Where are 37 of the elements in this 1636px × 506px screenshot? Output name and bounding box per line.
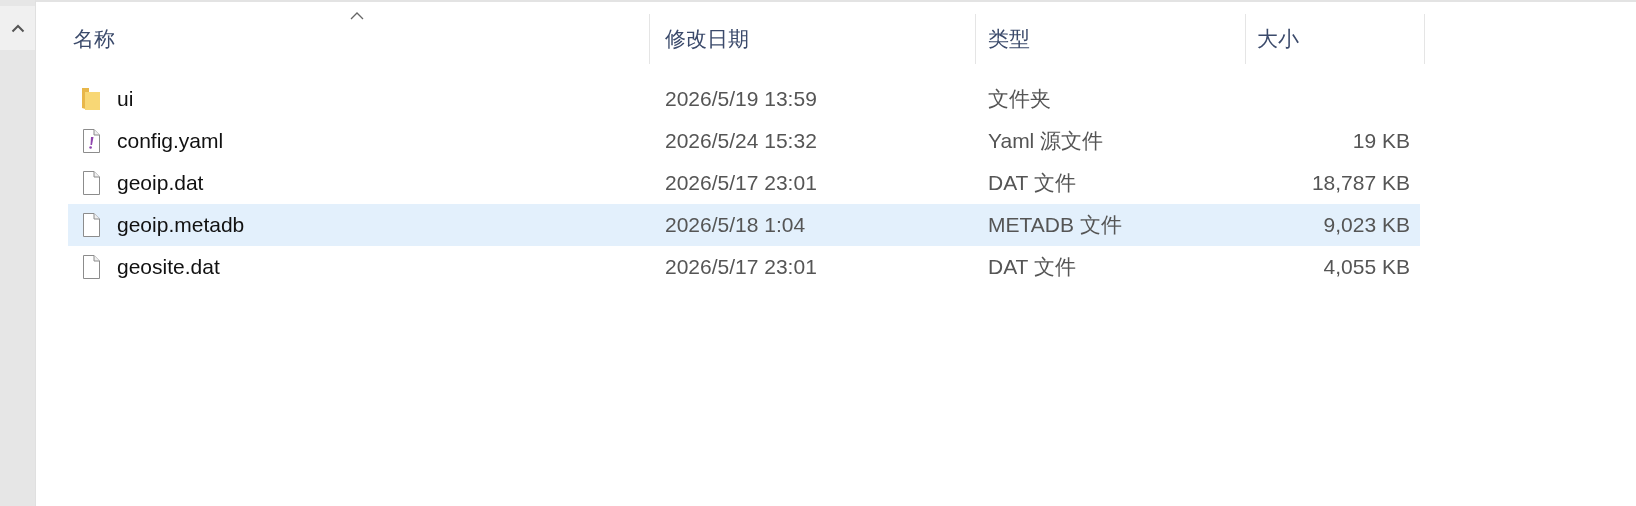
column-header[interactable]: 大小 [1246,14,1425,64]
file-icon [81,171,101,195]
modified-date: 2026/5/17 23:01 [665,255,817,279]
file-type: METADB 文件 [988,213,1122,237]
file-name: config.yaml [117,128,224,155]
scrollbar[interactable] [0,0,35,506]
scroll-up-button[interactable] [0,6,35,50]
file-type: DAT 文件 [988,171,1076,195]
modified-date: 2026/5/17 23:01 [665,171,817,195]
file-size: 9,023 KB [1323,212,1410,239]
column-header[interactable]: 修改日期 [650,14,976,64]
file-size: 18,787 KB [1311,170,1410,197]
modified-date: 2026/5/19 13:59 [665,87,817,111]
script-file-icon [81,129,101,153]
file-row[interactable]: geoip.metadb 2026/5/18 1:04 METADB 文件 9,023 KB [68,204,1420,246]
column-header[interactable]: 名称 [36,14,650,64]
modified-date: 2026/5/18 1:04 [665,213,806,237]
file-size: 19 KB [1352,128,1410,155]
file-type: Yaml 源文件 [988,129,1104,153]
file-row[interactable]: geosite.dat 2026/5/17 23:01 DAT 文件 4,055 KB [68,246,1420,288]
sort-ascending-icon [350,12,364,20]
column-header[interactable]: 类型 [976,14,1246,64]
modified-date: 2026/5/24 15:32 [665,129,817,153]
file-row[interactable]: ui 2026/5/19 13:59 文件夹 [68,78,1420,120]
file-icon [81,255,101,279]
file-name: geoip.dat [117,170,204,197]
file-name: geosite.dat [117,254,220,281]
chevron-up-icon [10,23,25,33]
file-icon [81,213,101,237]
file-name: geoip.metadb [117,212,245,239]
file-type: DAT 文件 [988,255,1076,279]
file-type: 文件夹 [988,87,1051,111]
file-row[interactable]: config.yaml 2026/5/24 15:32 Yaml 源文件 19 KB [68,120,1420,162]
file-row[interactable]: geoip.dat 2026/5/17 23:01 DAT 文件 18,787 KB [68,162,1420,204]
folder-icon [81,87,101,111]
file-size: 4,055 KB [1323,254,1410,281]
file-name: ui [117,86,134,113]
